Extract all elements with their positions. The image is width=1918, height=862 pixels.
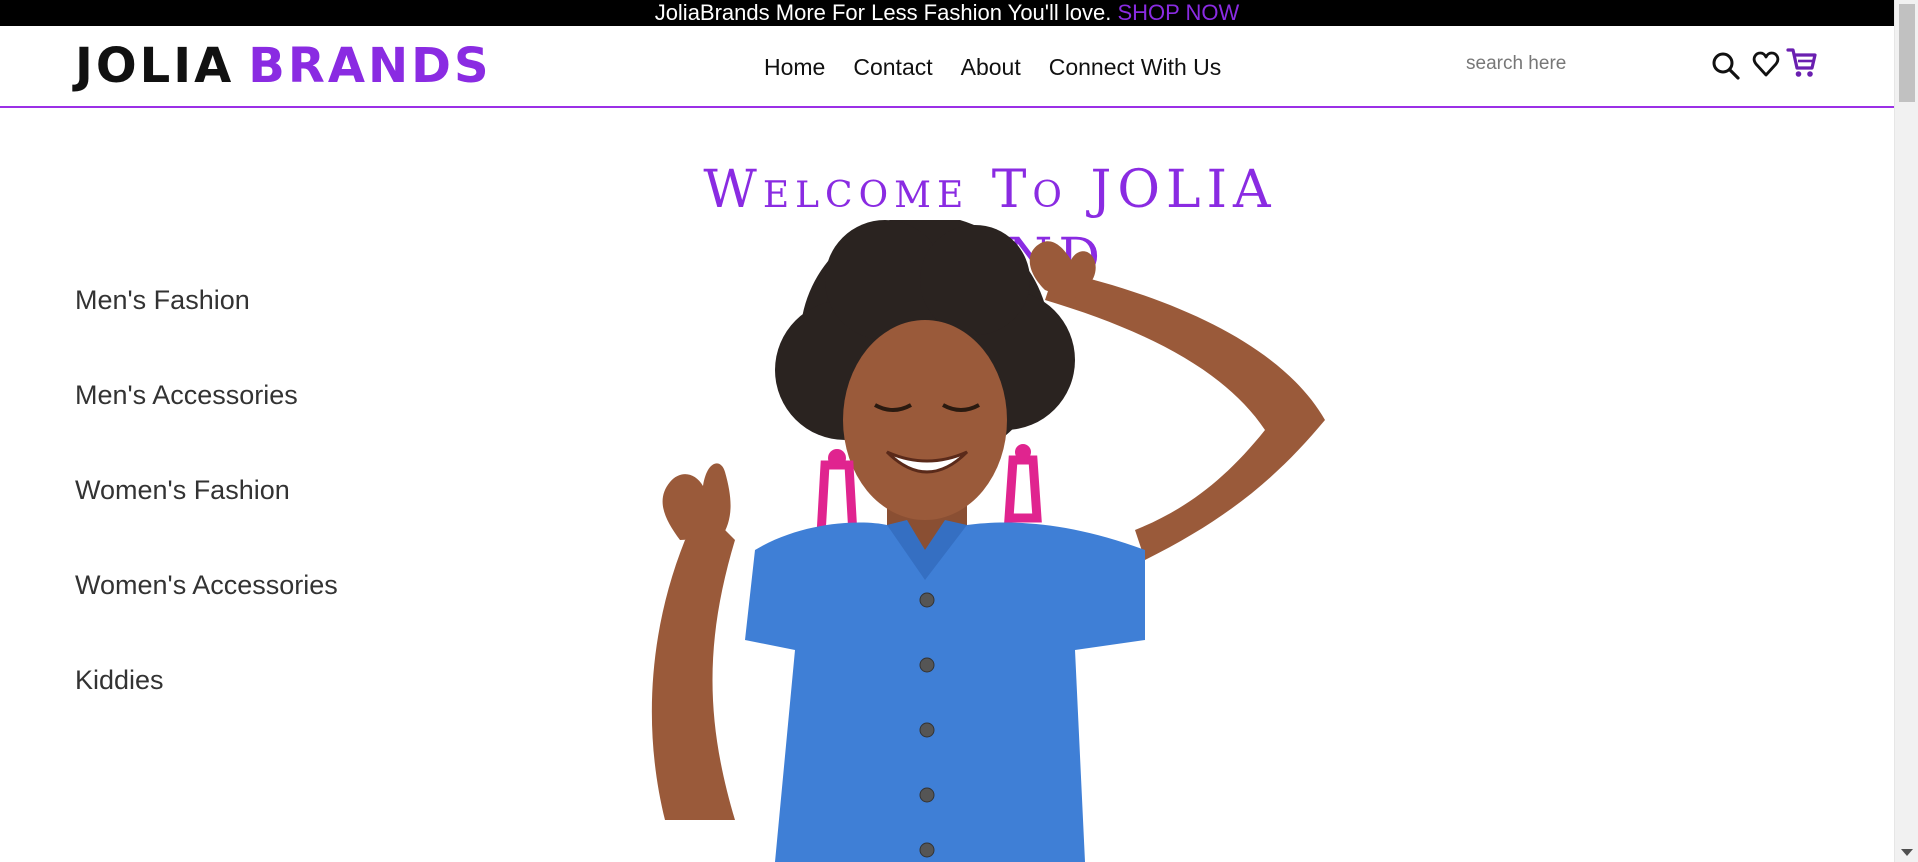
nav-about[interactable]: About bbox=[961, 52, 1021, 82]
category-mens-fashion[interactable]: Men's Fashion bbox=[75, 284, 338, 317]
vertical-scrollbar[interactable] bbox=[1894, 0, 1918, 862]
category-list: Men's Fashion Men's Accessories Women's … bbox=[75, 284, 338, 759]
shop-now-link[interactable]: SHOP NOW bbox=[1117, 0, 1239, 25]
main-nav: Home Contact About Connect With Us bbox=[764, 52, 1221, 82]
logo[interactable]: JOLIA BRANDS bbox=[75, 40, 492, 92]
promo-bar: JoliaBrands More For Less Fashion You'll… bbox=[0, 0, 1894, 26]
scrollbar-thumb[interactable] bbox=[1899, 4, 1915, 102]
cart-icon[interactable] bbox=[1786, 46, 1818, 80]
category-kiddies[interactable]: Kiddies bbox=[75, 664, 338, 697]
hero-woman-image bbox=[651, 220, 1325, 862]
nav-home[interactable]: Home bbox=[764, 52, 825, 82]
search-icon[interactable] bbox=[1710, 50, 1742, 82]
category-womens-accessories[interactable]: Women's Accessories bbox=[75, 569, 338, 602]
category-womens-fashion[interactable]: Women's Fashion bbox=[75, 474, 338, 507]
search-input[interactable] bbox=[1452, 48, 1672, 80]
heart-icon[interactable] bbox=[1752, 50, 1780, 80]
category-mens-accessories[interactable]: Men's Accessories bbox=[75, 379, 338, 412]
nav-connect-with-us[interactable]: Connect With Us bbox=[1049, 52, 1222, 82]
nav-contact[interactable]: Contact bbox=[853, 52, 932, 82]
promo-text: JoliaBrands More For Less Fashion You'll… bbox=[654, 0, 1112, 25]
logo-word-jolia: JOLIA bbox=[75, 38, 235, 94]
scroll-down-arrow-icon[interactable] bbox=[1901, 849, 1913, 856]
site-header: JOLIA BRANDS Home Contact About Connect W… bbox=[0, 26, 1894, 108]
logo-word-brands: BRANDS bbox=[248, 38, 492, 94]
